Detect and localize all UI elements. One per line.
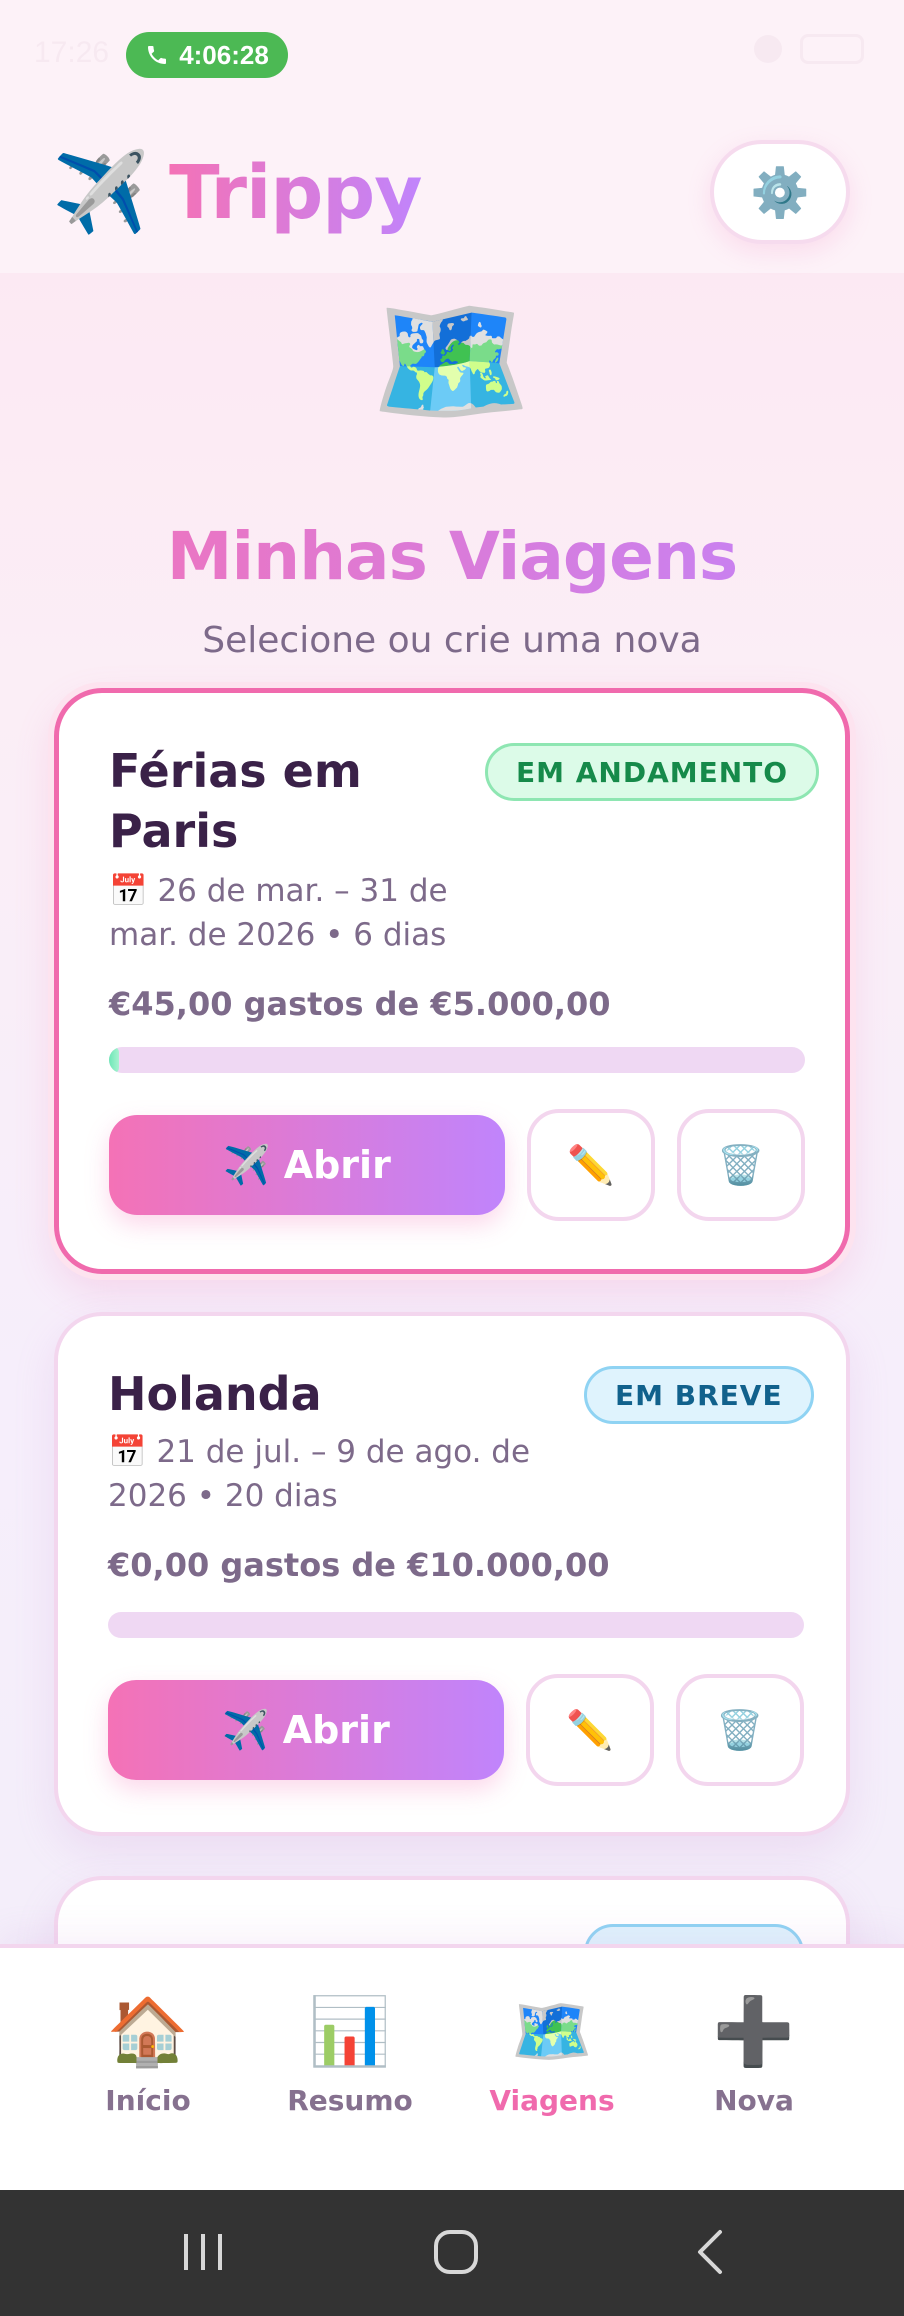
settings-button[interactable]: ⚙️ <box>710 140 850 244</box>
call-timer-pill[interactable]: 4:06:28 <box>126 32 288 78</box>
app-logo: ✈️ Trippy <box>52 148 423 238</box>
trash-icon: 🗑️ <box>717 1142 765 1187</box>
edit-trip-button[interactable]: ✏️ <box>526 1674 654 1786</box>
app-header: ✈️ Trippy ⚙️ <box>0 110 904 273</box>
app-name: Trippy <box>169 150 422 236</box>
nav-viagens[interactable]: 🗺️ Viagens <box>452 1992 652 2117</box>
call-timer: 4:06:28 <box>179 39 269 70</box>
budget-progress-bar <box>109 1047 805 1073</box>
nav-label: Nova <box>714 2084 794 2117</box>
nav-label: Início <box>105 2084 191 2117</box>
pencil-icon: ✏️ <box>566 1707 614 1752</box>
page-subtitle: Selecione ou crie uma nova <box>202 620 702 661</box>
trip-budget-text: €0,00 gastos de €10.000,00 <box>108 1546 610 1584</box>
bar-chart-icon: 📊 <box>308 1993 392 2070</box>
house-icon: 🏠 <box>106 1993 190 2070</box>
delete-trip-button[interactable]: 🗑️ <box>677 1109 805 1221</box>
open-trip-button[interactable]: ✈️ Abrir <box>109 1115 505 1215</box>
pencil-icon: ✏️ <box>567 1142 615 1187</box>
trip-card-holanda[interactable]: Holanda EM BREVE 📅 21 de jul. – 9 de ago… <box>54 1312 850 1836</box>
back-icon[interactable] <box>692 2228 728 2276</box>
system-nav-bar <box>0 2190 904 2316</box>
trip-card-ferias-em-paris[interactable]: Férias em Paris EM ANDAMENTO 📅 26 de mar… <box>54 688 850 1274</box>
gear-icon: ⚙️ <box>750 164 810 221</box>
nav-label: Resumo <box>287 2084 413 2117</box>
trash-icon: 🗑️ <box>716 1707 764 1752</box>
trip-budget-text: €45,00 gastos de €5.000,00 <box>109 985 611 1023</box>
plus-icon: ➕ <box>712 1993 796 2070</box>
status-icons <box>754 34 864 64</box>
trip-name: Holanda <box>108 1367 322 1421</box>
bottom-nav: 🏠 Início 📊 Resumo 🗺️ Viagens ➕ Nova <box>0 1944 904 2190</box>
battery-icon <box>800 34 864 64</box>
nav-resumo[interactable]: 📊 Resumo <box>250 1992 450 2117</box>
nav-inicio[interactable]: 🏠 Início <box>48 1992 248 2117</box>
status-badge: EM ANDAMENTO <box>485 743 820 801</box>
status-time: 17:26 <box>34 36 110 69</box>
recent-apps-icon[interactable] <box>180 2228 226 2276</box>
trip-name: Férias em Paris <box>109 744 362 858</box>
world-map-icon: 🗺️ <box>370 285 532 437</box>
nav-nova[interactable]: ➕ Nova <box>654 1992 854 2117</box>
trip-dates: 📅 26 de mar. – 31 de mar. de 2026 • 6 di… <box>109 873 448 953</box>
status-bar: 17:26 4:06:28 <box>0 0 904 110</box>
phone-icon <box>148 46 167 64</box>
open-trip-button[interactable]: ✈️ Abrir <box>108 1680 504 1780</box>
edit-trip-button[interactable]: ✏️ <box>527 1109 655 1221</box>
budget-progress-fill <box>109 1047 119 1073</box>
home-icon[interactable] <box>432 2228 480 2276</box>
status-badge: EM BREVE <box>584 1366 814 1424</box>
page-title: Minhas Viagens <box>0 518 904 595</box>
nav-label: Viagens <box>489 2084 615 2117</box>
airplane-icon: ✈️ <box>52 148 150 238</box>
delete-trip-button[interactable]: 🗑️ <box>676 1674 804 1786</box>
world-map-icon: 🗺️ <box>510 1993 594 2070</box>
budget-progress-bar <box>108 1612 804 1638</box>
trip-dates: 📅 21 de jul. – 9 de ago. de 2026 • 20 di… <box>108 1434 531 1514</box>
wifi-icon <box>754 35 782 63</box>
